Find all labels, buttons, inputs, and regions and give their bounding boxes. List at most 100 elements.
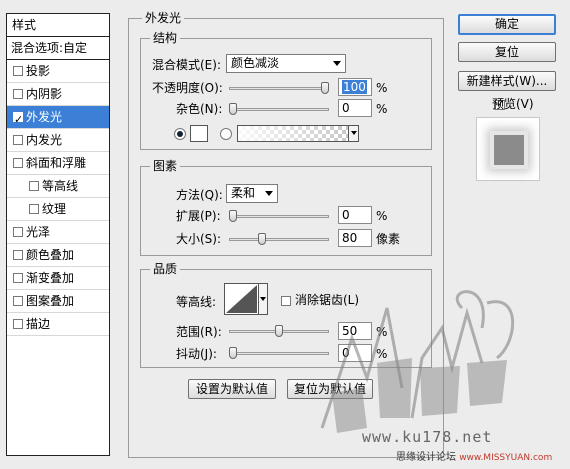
chevron-down-icon	[333, 61, 341, 66]
style-item-checkbox[interactable]	[13, 296, 23, 306]
style-item[interactable]: ✓ 外发光	[7, 106, 109, 129]
spread-slider[interactable]	[229, 210, 329, 222]
style-item-label: 渐变叠加	[26, 271, 75, 285]
spread-input[interactable]: 0	[338, 206, 372, 224]
spread-unit: %	[376, 209, 388, 223]
noise-slider-thumb[interactable]	[229, 103, 237, 115]
structure-title: 结构	[150, 31, 181, 45]
watermark-forum-name: 思缘设计论坛	[396, 452, 456, 463]
jitter-slider-thumb[interactable]	[229, 347, 237, 359]
range-slider-thumb[interactable]	[275, 325, 283, 337]
style-item[interactable]: 描边	[7, 313, 109, 336]
size-slider-thumb[interactable]	[258, 233, 267, 245]
styles-list: 样式 混合选项:自定 投影 内阴影 ✓ 外发光 内发光 斜面和浮雕 等高线 纹理 光泽 颜色叠加渐…	[6, 13, 110, 456]
style-item-checkbox[interactable]: ✓	[13, 112, 23, 126]
blend-mode-label: 混合模式(E):	[152, 58, 221, 72]
style-item-checkbox[interactable]	[13, 158, 23, 168]
style-item-label: 投影	[26, 64, 51, 78]
style-item-label: 颜色叠加	[26, 248, 75, 262]
style-item-checkbox[interactable]	[13, 227, 23, 237]
antialias-checkbox[interactable]	[281, 296, 291, 306]
technique-label: 方法(Q):	[176, 188, 223, 202]
style-item[interactable]: 斜面和浮雕	[7, 152, 109, 175]
solid-color-radio[interactable]	[174, 128, 186, 140]
size-label: 大小(S):	[176, 232, 222, 246]
style-item[interactable]: 光泽	[7, 221, 109, 244]
opacity-unit: %	[376, 81, 388, 95]
quality-title: 品质	[150, 262, 181, 276]
style-item[interactable]: 投影	[7, 60, 109, 83]
opacity-slider-thumb[interactable]	[321, 82, 329, 94]
preview-swatch	[494, 135, 524, 165]
opacity-input-value: 100	[342, 80, 367, 94]
style-item[interactable]: 颜色叠加	[7, 244, 109, 267]
styles-header: 样式	[7, 14, 109, 37]
style-item-checkbox[interactable]	[29, 204, 39, 214]
spread-label: 扩展(P):	[176, 209, 221, 223]
chevron-down-icon	[351, 131, 357, 135]
style-item[interactable]: 内阴影	[7, 83, 109, 106]
watermark-logo	[320, 290, 515, 433]
chevron-down-icon	[260, 297, 266, 301]
style-item-checkbox[interactable]	[13, 319, 23, 329]
watermark-forum: 思缘设计论坛 www.MISSYUAN.com	[396, 448, 552, 463]
chevron-down-icon	[265, 191, 273, 196]
make-default-button[interactable]: 设置为默认值	[188, 379, 276, 399]
spread-slider-thumb[interactable]	[229, 210, 237, 222]
watermark-url: www.ku178.net	[362, 428, 493, 446]
glow-gradient-preview[interactable]	[237, 125, 349, 142]
elements-title: 图素	[150, 159, 181, 173]
style-item-label: 图案叠加	[26, 294, 75, 308]
style-item-label: 内发光	[26, 133, 63, 147]
style-item-label: 外发光	[26, 110, 63, 124]
jitter-label: 抖动(J):	[176, 347, 217, 361]
style-item-label: 纹理	[42, 202, 67, 216]
gradient-radio[interactable]	[220, 128, 232, 140]
size-slider[interactable]	[229, 233, 329, 245]
style-item[interactable]: 内发光	[7, 129, 109, 152]
style-item[interactable]: 等高线	[7, 175, 109, 198]
style-item-checkbox[interactable]	[13, 250, 23, 260]
spread-input-value: 0	[342, 208, 350, 222]
outer-glow-title: 外发光	[142, 11, 185, 25]
size-unit: 像素	[376, 232, 401, 246]
style-item-label: 斜面和浮雕	[26, 156, 87, 170]
style-item[interactable]: 纹理	[7, 198, 109, 221]
style-preview	[476, 117, 540, 181]
style-item-label: 光泽	[26, 225, 51, 239]
contour-label: 等高线:	[176, 295, 217, 309]
blend-options-item[interactable]: 混合选项:自定	[7, 37, 109, 60]
style-item-label: 等高线	[42, 179, 79, 193]
contour-curve-icon	[226, 285, 257, 313]
style-item-label: 描边	[26, 317, 51, 331]
style-item-checkbox[interactable]	[13, 135, 23, 145]
range-label: 范围(R):	[176, 325, 222, 339]
reset-button[interactable]: 复位	[458, 42, 556, 62]
contour-dropdown[interactable]	[259, 283, 268, 315]
style-item-checkbox[interactable]	[13, 66, 23, 76]
gradient-dropdown[interactable]	[348, 125, 359, 142]
style-item[interactable]: 图案叠加	[7, 290, 109, 313]
check-icon: ✓	[14, 113, 24, 126]
preview-label[interactable]: 预览(V)	[492, 96, 534, 112]
style-item[interactable]: 渐变叠加	[7, 267, 109, 290]
opacity-slider[interactable]	[229, 82, 329, 94]
ok-button[interactable]: 确定	[458, 14, 556, 35]
watermark-site: www.MISSYUAN.com	[459, 453, 553, 463]
size-input-value: 80	[342, 231, 358, 245]
new-style-button[interactable]: 新建样式(W)...	[458, 71, 556, 91]
contour-preview[interactable]	[224, 283, 259, 315]
style-item-checkbox[interactable]	[13, 89, 23, 99]
glow-color-swatch[interactable]	[190, 125, 208, 142]
noise-input[interactable]: 0	[338, 99, 372, 117]
noise-slider[interactable]	[229, 103, 329, 115]
style-item-checkbox[interactable]	[13, 273, 23, 283]
technique-select[interactable]: 柔和	[226, 184, 278, 203]
opacity-input[interactable]: 100	[338, 78, 372, 96]
style-item-checkbox[interactable]	[29, 181, 39, 191]
noise-label: 杂色(N):	[176, 102, 223, 116]
noise-input-value: 0	[342, 101, 350, 115]
size-input[interactable]: 80	[338, 229, 372, 247]
blend-mode-select[interactable]: 颜色减淡	[226, 54, 346, 73]
opacity-label: 不透明度(O):	[152, 81, 223, 95]
